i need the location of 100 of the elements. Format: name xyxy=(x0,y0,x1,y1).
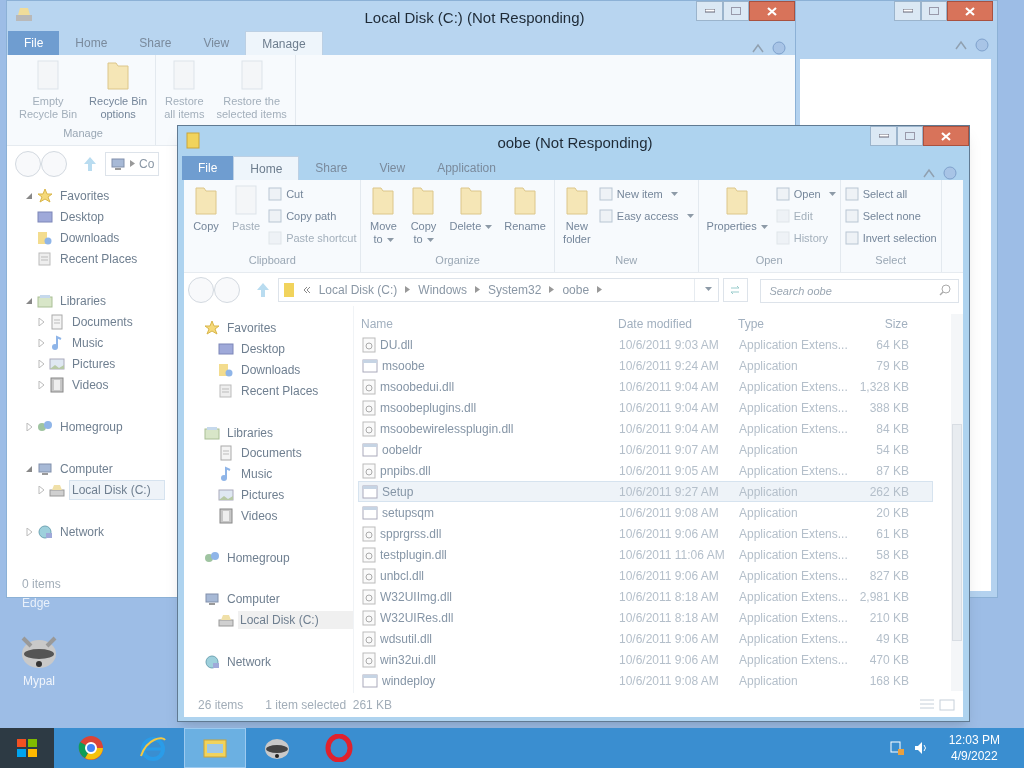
refresh-button[interactable] xyxy=(722,277,749,302)
clock-time[interactable]: 12:03 PM xyxy=(948,732,1000,748)
breadcrumb-item[interactable]: System32 xyxy=(488,280,542,299)
address-bar[interactable]: Local Disk (C:) Windows System32 oobe xyxy=(277,277,719,302)
nav-item[interactable]: Recent Places xyxy=(57,248,141,269)
maximize-button[interactable] xyxy=(921,1,947,21)
file-row[interactable]: pnpibs.dll 10/6/2011 9:05 AM Application Extens... 87 KB xyxy=(358,460,933,481)
file-row[interactable]: Setup 10/6/2011 9:27 AM Application 262 KB xyxy=(358,481,933,502)
file-row[interactable]: win32ui.dll 10/6/2011 9:06 AM Application Extens... 470 KB xyxy=(358,649,933,670)
file-row[interactable]: unbcl.dll 10/6/2011 9:06 AM Application Extens... 827 KB xyxy=(358,565,933,586)
nav-item[interactable]: Favorites xyxy=(224,318,280,339)
ribbon-button[interactable]: New folder xyxy=(558,184,595,246)
breadcrumb-item[interactable]: Windows xyxy=(418,280,468,299)
nav-item[interactable]: Downloads xyxy=(238,360,304,381)
nav-item[interactable]: Libraries xyxy=(57,290,110,311)
start-button[interactable] xyxy=(0,728,54,768)
nav-item[interactable]: Computer xyxy=(57,458,116,479)
column-header[interactable]: Date modified xyxy=(618,315,738,333)
maximize-button[interactable] xyxy=(897,126,923,146)
clock-date[interactable]: 4/9/2022 xyxy=(950,748,998,764)
ribbon-tab[interactable]: Share xyxy=(123,31,188,55)
nav-item[interactable]: Music xyxy=(69,332,107,353)
file-row[interactable]: spprgrss.dll 10/6/2011 9:06 AM Application Extens... 61 KB xyxy=(358,523,933,544)
column-header[interactable]: Type xyxy=(738,315,848,333)
nav-item[interactable]: Desktop xyxy=(57,206,108,227)
minimize-button[interactable] xyxy=(696,1,723,21)
ribbon-button[interactable]: Copy to xyxy=(405,184,442,246)
ribbon-tab[interactable]: Home xyxy=(59,31,124,55)
breadcrumb-item[interactable]: oobe xyxy=(562,280,590,299)
file-row[interactable]: msoobedui.dll 10/6/2011 9:04 AM Application Extens... 1,328 KB xyxy=(358,376,933,397)
file-row[interactable]: oobeldr 10/6/2011 9:07 AM Application 54 KB xyxy=(358,439,933,460)
nav-item[interactable]: Homegroup xyxy=(57,416,126,437)
file-row[interactable]: W32UIRes.dll 10/6/2011 8:18 AM Application Extens... 210 KB xyxy=(358,607,933,628)
expand-arrow-icon[interactable] xyxy=(37,380,45,389)
column-header[interactable]: Name xyxy=(358,315,618,333)
file-row[interactable]: msoobeplugins.dll 10/6/2011 9:04 AM Application Extens... 388 KB xyxy=(358,397,933,418)
file-row[interactable]: msoobewirelessplugin.dll 10/6/2011 9:04 AM Application Extens... 84 KB xyxy=(358,418,933,439)
ribbon-tab[interactable]: Manage xyxy=(245,31,323,55)
breadcrumb-item[interactable]: Local Disk (C:) xyxy=(318,280,398,299)
ribbon-button[interactable]: Invert selection xyxy=(844,228,937,248)
ribbon-tab[interactable]: View xyxy=(187,31,246,55)
close-button[interactable] xyxy=(947,1,993,21)
nav-item[interactable]: Libraries xyxy=(224,422,277,443)
back-button[interactable] xyxy=(188,276,214,303)
ribbon-button[interactable]: Select none xyxy=(844,206,937,226)
nav-item[interactable]: Documents xyxy=(238,443,305,464)
ribbon-button[interactable]: Rename xyxy=(500,184,550,233)
file-row[interactable]: msoobe 10/6/2011 9:24 AM Application 79 KB xyxy=(358,355,933,376)
ribbon-tab[interactable]: Application xyxy=(421,156,512,180)
nav-item[interactable]: Videos xyxy=(238,505,281,526)
nav-item[interactable]: Downloads xyxy=(57,227,123,248)
ribbon-button[interactable]: Delete xyxy=(445,184,497,233)
ribbon-button[interactable]: Cut xyxy=(268,184,357,204)
file-row[interactable]: setupsqm 10/6/2011 9:08 AM Application 20 KB xyxy=(358,502,933,523)
nav-item[interactable]: Music xyxy=(238,464,276,485)
ribbon-button[interactable]: Copy path xyxy=(268,206,357,226)
expand-arrow-icon[interactable] xyxy=(37,485,45,494)
minimize-button[interactable] xyxy=(870,126,897,146)
nav-item[interactable]: Videos xyxy=(69,374,112,395)
nav-item[interactable]: Network xyxy=(224,651,274,672)
ribbon-button[interactable]: New item xyxy=(598,184,694,204)
nav-item[interactable]: Recent Places xyxy=(238,380,322,401)
expand-arrow-icon[interactable] xyxy=(37,317,45,326)
forward-button[interactable] xyxy=(41,150,67,177)
ribbon-tab[interactable]: Share xyxy=(299,156,364,180)
close-button[interactable] xyxy=(923,126,969,146)
expand-arrow-icon[interactable] xyxy=(37,359,45,368)
file-row[interactable]: W32UIImg.dll 10/6/2011 8:18 AM Application Extens... 2,981 KB xyxy=(358,586,933,607)
close-button[interactable] xyxy=(749,1,795,21)
ribbon-tab[interactable]: Home xyxy=(233,156,300,180)
ribbon-tab[interactable]: File xyxy=(8,31,60,55)
file-row[interactable]: windeploy 10/6/2011 9:08 AM Application 168 KB xyxy=(358,670,933,691)
breadcrumb-item[interactable]: Co xyxy=(139,154,155,173)
nav-item[interactable]: Pictures xyxy=(69,353,119,374)
nav-item[interactable]: Documents xyxy=(69,311,136,332)
nav-item[interactable]: Pictures xyxy=(238,485,288,506)
ribbon-button[interactable]: Recycle Bin options xyxy=(85,59,152,121)
file-row[interactable]: wdsutil.dll 10/6/2011 9:06 AM Application Extens... 49 KB xyxy=(358,628,933,649)
nav-item[interactable]: Local Disk (C:) xyxy=(69,479,165,500)
collapse-arrow-icon[interactable] xyxy=(25,191,33,200)
back-button[interactable] xyxy=(15,150,41,177)
nav-item[interactable]: Local Disk (C:) xyxy=(238,611,353,629)
nav-item[interactable]: Homegroup xyxy=(224,547,293,568)
forward-button[interactable] xyxy=(213,276,240,303)
ribbon-button[interactable]: Select all xyxy=(844,184,937,204)
ribbon-button[interactable]: Easy access xyxy=(598,206,694,226)
ribbon-button[interactable]: Properties xyxy=(702,184,772,233)
maximize-button[interactable] xyxy=(723,1,749,21)
collapse-arrow-icon[interactable] xyxy=(25,296,33,305)
ribbon-tab[interactable]: View xyxy=(363,156,422,180)
nav-item[interactable]: Favorites xyxy=(57,185,113,206)
ribbon-button[interactable]: Copy xyxy=(188,184,224,233)
collapse-arrow-icon[interactable] xyxy=(25,464,33,473)
column-header[interactable]: Size xyxy=(848,315,908,333)
nav-item[interactable]: Computer xyxy=(224,589,283,610)
desktop-icon-label[interactable]: Mypal xyxy=(23,672,55,690)
file-row[interactable]: testplugin.dll 10/6/2011 11:06 AM Application Extens... 58 KB xyxy=(358,544,933,565)
nav-item[interactable]: Network xyxy=(57,521,107,542)
expand-arrow-icon[interactable] xyxy=(25,422,33,431)
expand-arrow-icon[interactable] xyxy=(37,338,45,347)
